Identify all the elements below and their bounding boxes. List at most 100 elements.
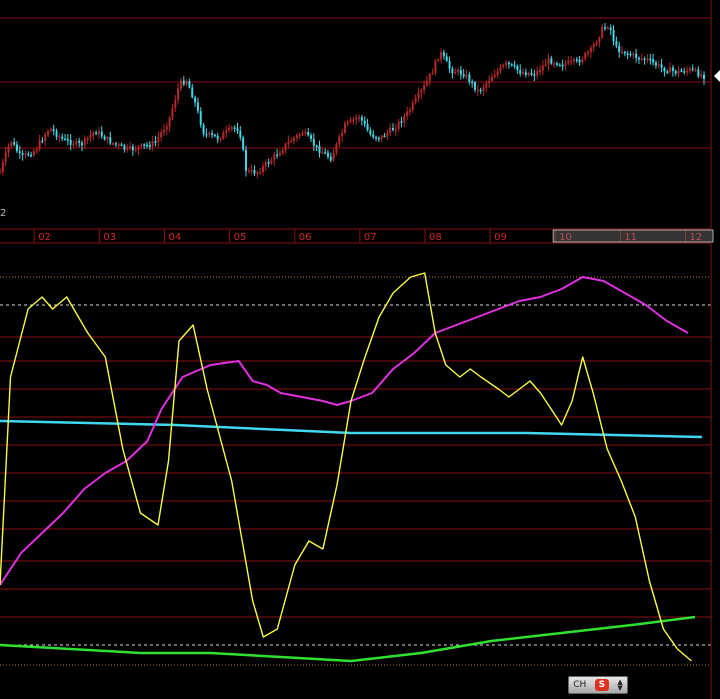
candle [247, 167, 250, 174]
ime-toolbar[interactable]: CH S ▲ ▼ [568, 676, 628, 694]
candle [162, 124, 165, 136]
candle [637, 56, 640, 64]
candle [375, 135, 378, 142]
candle [256, 170, 259, 179]
candle [697, 66, 700, 79]
candle [694, 67, 697, 73]
candle [609, 24, 612, 35]
price-panel: 2 [0, 0, 720, 229]
month-label: 04 [168, 232, 181, 243]
last-price-marker [714, 70, 720, 82]
month-label: 08 [429, 232, 442, 243]
magenta-oscillator-line [0, 276, 689, 586]
candle [612, 25, 615, 46]
candle [349, 117, 352, 124]
candle [264, 159, 267, 172]
green-trend-line [0, 615, 696, 663]
candle [352, 116, 355, 125]
candle [259, 168, 262, 175]
candle [445, 52, 448, 63]
candle [369, 127, 372, 137]
candle [700, 70, 703, 79]
updown-arrows-icon[interactable]: ▲ ▼ [617, 679, 622, 692]
candle [431, 68, 434, 75]
candle [194, 95, 197, 107]
candle [191, 83, 194, 99]
candle [660, 58, 663, 73]
candle [490, 73, 493, 83]
candle [581, 56, 584, 65]
candle [423, 80, 426, 95]
candle [513, 60, 516, 69]
candle [211, 129, 214, 139]
candle [233, 125, 236, 133]
candle [298, 132, 301, 139]
candle [417, 87, 420, 103]
month-label: 07 [364, 232, 377, 243]
candle [106, 135, 109, 144]
candle [58, 133, 61, 143]
candle [49, 127, 52, 133]
candle [505, 60, 508, 69]
candle [52, 124, 55, 136]
candle [485, 80, 488, 93]
candle [100, 126, 103, 139]
candle [604, 22, 607, 31]
candle [72, 140, 75, 149]
candle [524, 68, 527, 78]
candle [462, 69, 465, 79]
candle [437, 58, 440, 62]
candle [621, 46, 624, 54]
candle [408, 107, 411, 116]
month-label: 02 [38, 232, 51, 243]
candle [391, 123, 394, 132]
candle [496, 67, 499, 79]
candle [126, 144, 129, 153]
candle [47, 129, 50, 138]
candle [109, 131, 112, 146]
chart-root: 2 0203040506070809101112 [0, 0, 720, 699]
candle [533, 69, 536, 81]
candle [304, 128, 307, 137]
candle [131, 143, 134, 156]
candle [44, 131, 47, 146]
candle [86, 136, 89, 145]
candle [666, 69, 669, 75]
candle [270, 157, 273, 165]
candle [649, 53, 652, 65]
candle [230, 125, 233, 133]
candle [363, 116, 366, 128]
candle [92, 130, 95, 141]
candle [632, 51, 635, 60]
candle [411, 99, 414, 113]
candle [160, 128, 163, 142]
candle [332, 148, 335, 162]
candle [242, 135, 245, 152]
candle [493, 69, 496, 79]
yellow-oscillator-line [0, 272, 692, 662]
candle [502, 63, 505, 69]
candle [114, 141, 117, 148]
candle [380, 134, 383, 143]
candle [558, 63, 561, 67]
candle [293, 136, 296, 145]
candle [27, 151, 30, 157]
candle [366, 118, 369, 132]
candle [55, 128, 58, 141]
candle [97, 127, 100, 139]
candle [13, 137, 16, 147]
candle [157, 131, 160, 148]
candle [213, 133, 216, 138]
candle [216, 132, 219, 144]
candle [465, 70, 468, 80]
candle [592, 41, 595, 52]
candle [284, 142, 287, 154]
candle [341, 129, 344, 142]
cyan-trend-line [0, 419, 703, 439]
candle [570, 55, 573, 66]
candle [626, 50, 629, 60]
candle [222, 129, 225, 140]
candle [663, 66, 666, 77]
candle [425, 75, 428, 87]
candle [442, 49, 445, 60]
